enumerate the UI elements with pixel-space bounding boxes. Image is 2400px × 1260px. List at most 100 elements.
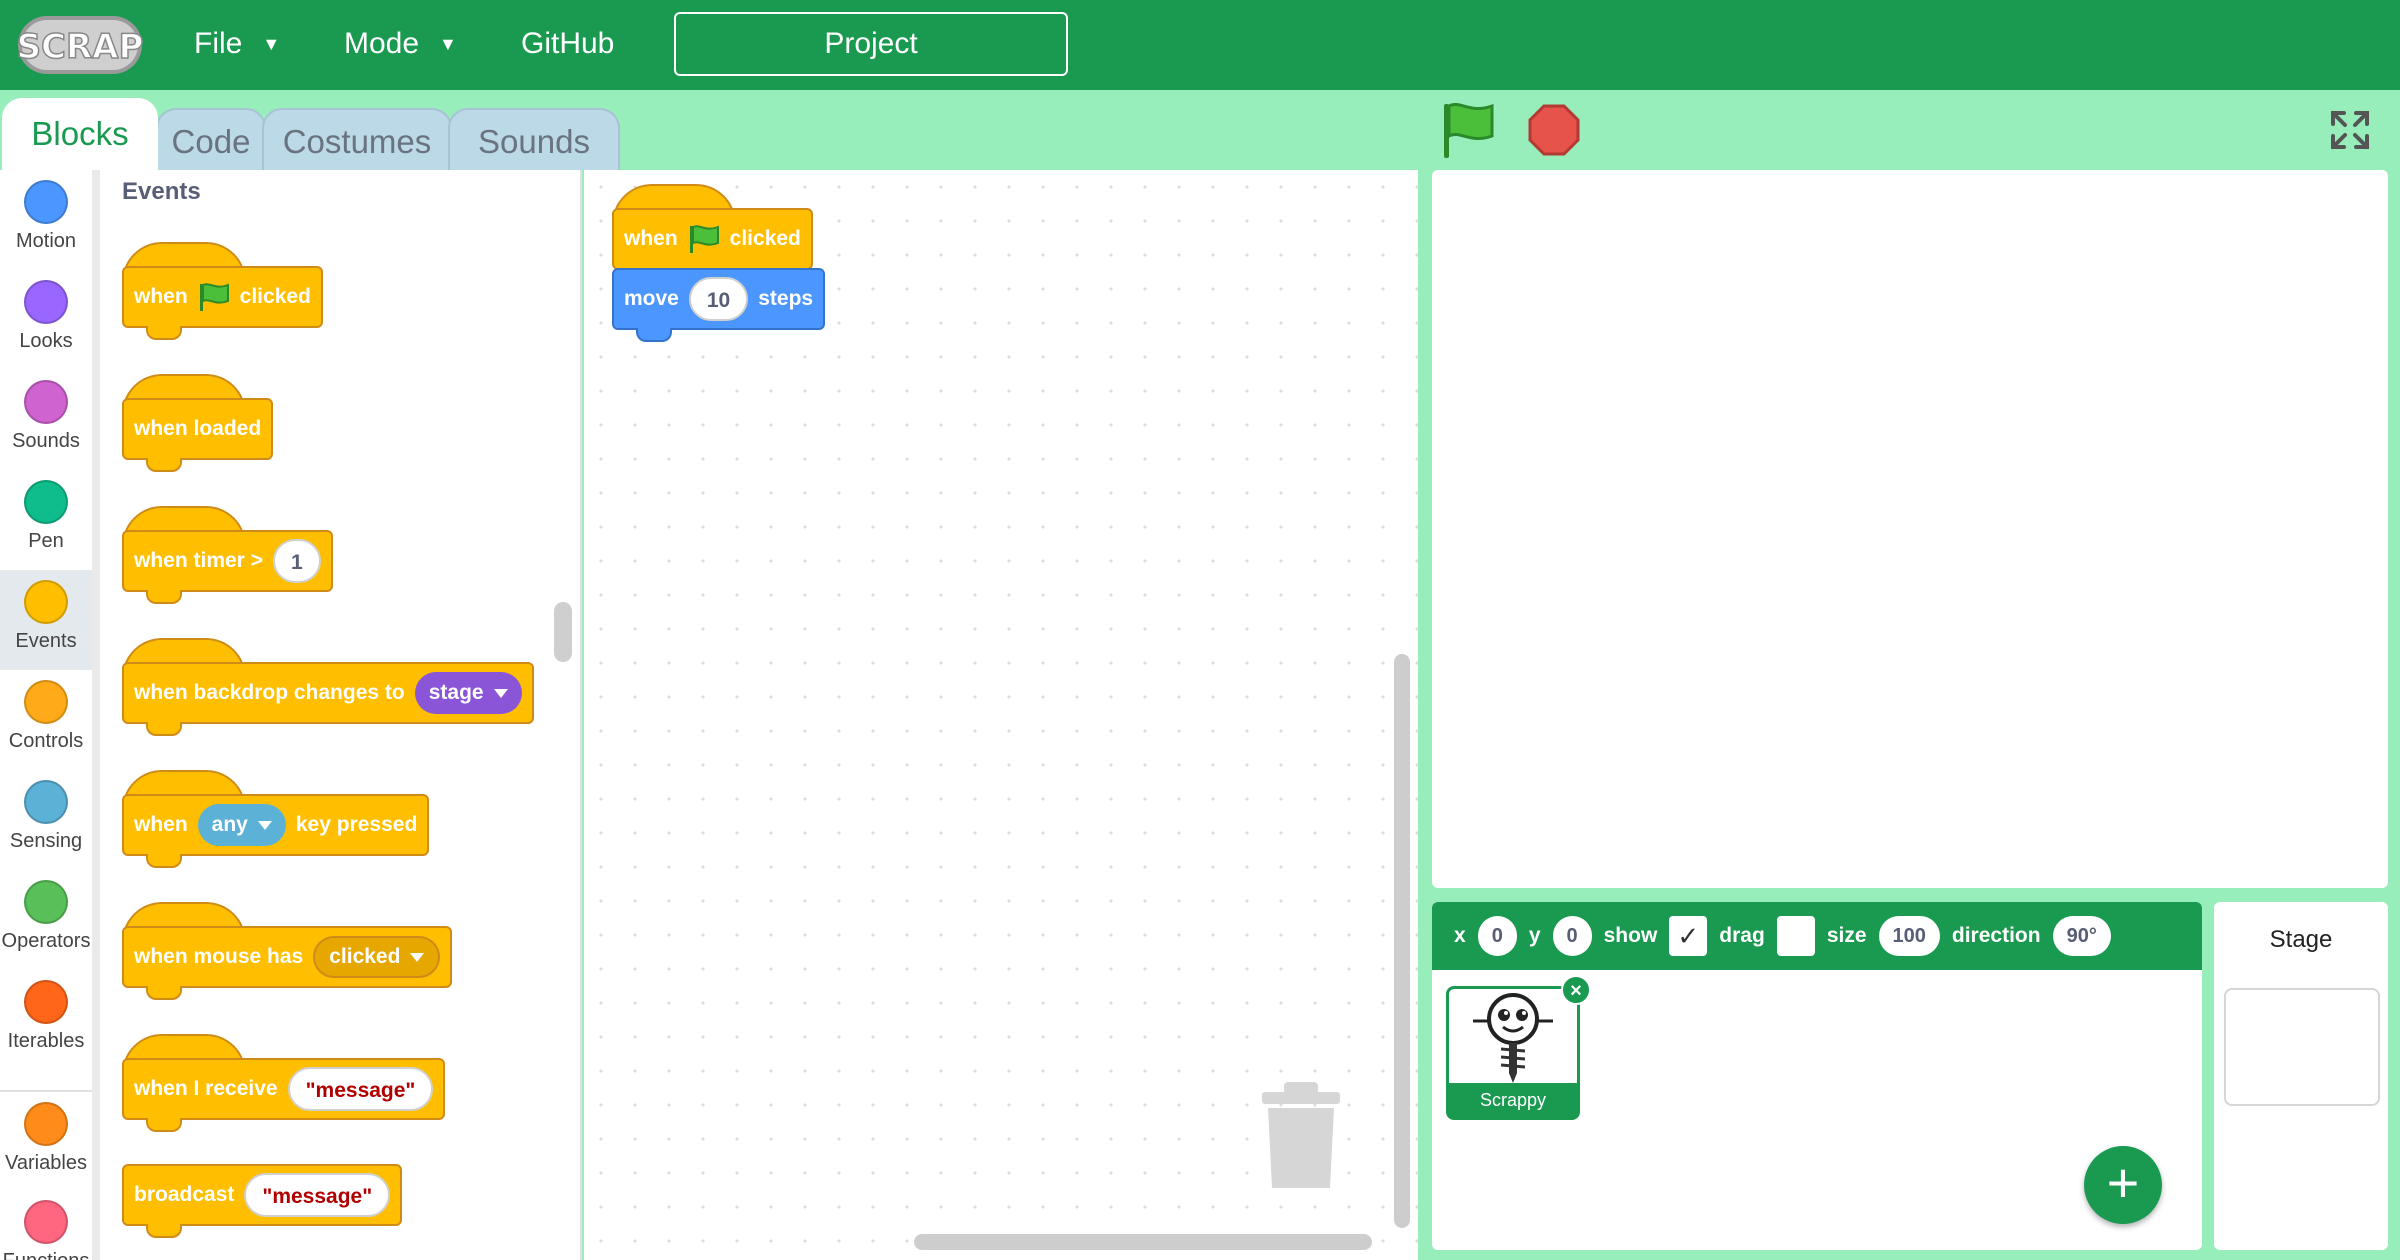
steps-value-input[interactable]: 10 [688, 277, 749, 321]
trash-icon[interactable] [1258, 1080, 1344, 1192]
category-variables[interactable]: Variables [0, 1090, 92, 1190]
svg-text:SCRAP: SCRAP [17, 27, 144, 67]
tab-code[interactable]: Code [156, 108, 266, 170]
stage-panel-title: Stage [2269, 926, 2333, 953]
block-text: when [624, 227, 678, 250]
category-sounds[interactable]: Sounds [0, 370, 92, 470]
tab-blocks[interactable]: Blocks [2, 98, 158, 170]
block-notch [146, 458, 182, 472]
palette-scrollbar[interactable] [554, 602, 572, 662]
stop-icon[interactable] [1528, 104, 1580, 156]
block-palette: Events when clicked when loaded when tim… [100, 170, 582, 1260]
looks-dot-icon [24, 280, 68, 324]
sensing-dot-icon [24, 780, 68, 824]
block-text: when [134, 285, 188, 308]
category-sensing[interactable]: Sensing [0, 770, 92, 870]
category-iterables[interactable]: Iterables [0, 970, 92, 1070]
mouse-action-dropdown[interactable]: clicked [313, 936, 441, 978]
key-dropdown[interactable]: any [197, 804, 286, 846]
dropdown-value: stage [428, 681, 484, 704]
green-flag-icon [689, 225, 719, 253]
stage-canvas[interactable] [1432, 170, 2388, 888]
add-sprite-button[interactable]: + [2084, 1146, 2162, 1224]
message-input[interactable]: "message" [287, 1067, 434, 1111]
dropdown-value: clicked [329, 945, 401, 968]
category-label: Variables [5, 1152, 87, 1174]
block-notch [636, 328, 672, 342]
category-label: Looks [19, 330, 73, 352]
category-pen[interactable]: Pen [0, 470, 92, 570]
category-events[interactable]: Events [0, 570, 92, 670]
file-menu-label: File [194, 27, 243, 60]
block-body: when backdrop changes to stage [122, 662, 534, 724]
category-label: Pen [28, 530, 64, 552]
block-text: when mouse has [134, 945, 304, 968]
dropdown-arrow-icon [257, 820, 272, 830]
project-name-button[interactable]: Project [674, 12, 1068, 76]
sprite-tile[interactable]: Scrappy × [1446, 975, 1591, 1120]
stage-selector-panel[interactable]: Stage [2214, 902, 2388, 1250]
dropdown-value: any [211, 813, 248, 836]
fullscreen-icon[interactable] [2330, 110, 2370, 150]
file-menu[interactable]: File ▼ [194, 0, 280, 90]
tab-costumes[interactable]: Costumes [262, 108, 452, 170]
category-label: Events [15, 630, 77, 652]
code-vertical-scrollbar[interactable] [1394, 654, 1410, 1228]
category-sidebar: Motion Looks Sounds Pen Events Controls … [0, 170, 100, 1260]
backdrop-dropdown[interactable]: stage [414, 672, 522, 714]
block-notch [146, 854, 182, 868]
code-horizontal-scrollbar[interactable] [914, 1234, 1372, 1250]
y-input[interactable]: 0 [1552, 916, 1592, 956]
scrap-logo[interactable]: SCRAP [16, 14, 144, 76]
x-label: x [1454, 924, 1466, 947]
block-text: when [134, 813, 188, 836]
code-workspace[interactable]: when clicked move 10 steps [584, 170, 1418, 1260]
mode-menu-label: Mode [344, 27, 420, 60]
x-input[interactable]: 0 [1477, 916, 1517, 956]
block-body: when I receive "message" [122, 1058, 446, 1120]
block-text: clicked [239, 285, 311, 308]
sprite-panel: x 0 y 0 show ✓ drag size 100 direction 9… [1432, 902, 2202, 1250]
category-operators[interactable]: Operators [0, 870, 92, 970]
mode-menu[interactable]: Mode ▼ [344, 0, 457, 90]
block-text: when loaded [134, 417, 262, 440]
category-label: Operators [1, 930, 91, 952]
category-motion[interactable]: Motion [0, 170, 92, 270]
category-functions[interactable]: Functions [0, 1190, 92, 1260]
y-label: y [1528, 924, 1541, 947]
variables-dot-icon [24, 1102, 68, 1146]
size-label: size [1826, 924, 1867, 947]
block-text: when backdrop changes to [134, 681, 405, 704]
events-dot-icon [24, 580, 68, 624]
iterables-dot-icon [24, 980, 68, 1024]
block-body: move 10 steps [612, 268, 826, 330]
drag-checkbox[interactable] [1776, 916, 1815, 956]
timer-value-input[interactable]: 1 [272, 539, 321, 583]
motion-dot-icon [24, 180, 68, 224]
tab-sounds[interactable]: Sounds [448, 108, 620, 170]
category-label: Motion [15, 230, 77, 252]
green-flag-icon[interactable] [1440, 100, 1496, 160]
block-text: key pressed [295, 813, 418, 836]
sounds-dot-icon [24, 380, 68, 424]
category-controls[interactable]: Controls [0, 670, 92, 770]
pen-dot-icon [24, 480, 68, 524]
show-label: show [1603, 924, 1658, 947]
block-text: broadcast [134, 1183, 235, 1206]
delete-sprite-close-icon[interactable]: × [1561, 975, 1591, 1005]
size-input[interactable]: 100 [1878, 916, 1940, 956]
block-text: move [624, 287, 679, 310]
github-link[interactable]: GitHub [521, 0, 614, 90]
category-label: Controls [8, 730, 84, 752]
stage-thumbnail[interactable] [2224, 988, 2380, 1106]
show-checkbox[interactable]: ✓ [1669, 916, 1708, 956]
block-notch [146, 326, 182, 340]
sprite-name: Scrappy [1449, 1083, 1577, 1117]
message-input[interactable]: "message" [244, 1173, 391, 1217]
sprite-properties-bar: x 0 y 0 show ✓ drag size 100 direction 9… [1432, 902, 2202, 970]
block-body: when loaded [122, 398, 274, 460]
block-text: steps [758, 287, 814, 310]
category-looks[interactable]: Looks [0, 270, 92, 370]
direction-input[interactable]: 90° [2052, 916, 2111, 956]
block-body: when clicked [612, 208, 813, 270]
